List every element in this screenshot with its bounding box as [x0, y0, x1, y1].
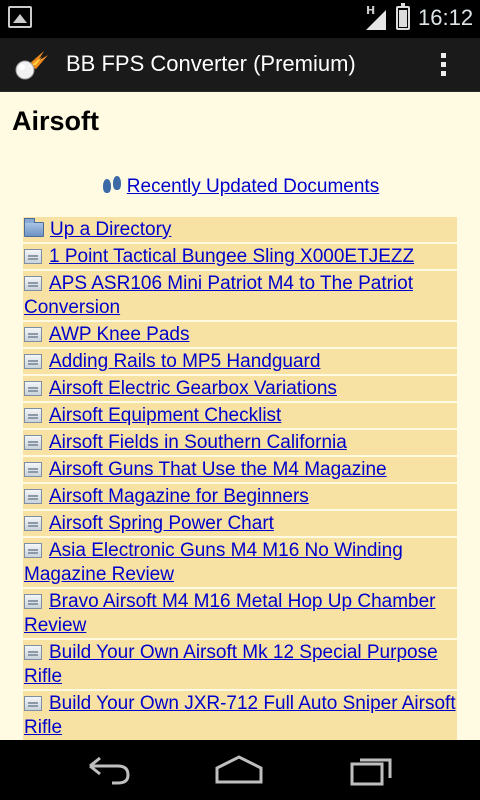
document-link[interactable]: Build Your Own Airsoft Mk 12 Special Pur… — [24, 642, 438, 687]
battery-icon — [396, 3, 410, 30]
list-item[interactable]: Airsoft Equipment Checklist — [23, 403, 457, 428]
document-icon — [24, 408, 42, 423]
document-icon — [24, 354, 42, 369]
document-link[interactable]: AWP Knee Pads — [49, 324, 189, 345]
action-bar: BB FPS Converter (Premium) — [0, 38, 480, 92]
folder-icon — [24, 218, 44, 237]
status-clock: 16:12 — [418, 5, 474, 30]
document-list: Up a Directory 1 Point Tactical Bungee S… — [23, 217, 457, 740]
document-link[interactable]: Airsoft Equipment Checklist — [49, 405, 281, 426]
document-link[interactable]: Build Your Own JXR-712 Full Auto Sniper … — [24, 693, 456, 738]
document-link[interactable]: Airsoft Spring Power Chart — [49, 513, 274, 534]
gallery-notification-icon — [8, 6, 32, 28]
list-item-up-directory[interactable]: Up a Directory — [23, 217, 457, 242]
document-icon — [24, 249, 42, 264]
document-link[interactable]: Adding Rails to MP5 Handguard — [49, 351, 320, 372]
document-link[interactable]: Airsoft Fields in Southern California — [49, 432, 347, 453]
list-item[interactable]: Airsoft Guns That Use the M4 Magazine — [23, 457, 457, 482]
overflow-menu-icon[interactable] — [436, 50, 450, 80]
page-title: Airsoft — [12, 106, 99, 136]
list-item[interactable]: Bravo Airsoft M4 M16 Metal Hop Up Chambe… — [23, 589, 457, 638]
recent-documents-link[interactable]: Recently Updated Documents — [127, 176, 379, 197]
back-icon[interactable] — [82, 754, 132, 786]
list-item[interactable]: Airsoft Spring Power Chart — [23, 511, 457, 536]
up-directory-link[interactable]: Up a Directory — [50, 219, 171, 240]
home-icon[interactable] — [214, 754, 264, 786]
document-icon — [24, 645, 42, 660]
list-item[interactable]: 1 Point Tactical Bungee Sling X000ETJEZZ — [23, 244, 457, 269]
recent-documents-section: Recently Updated Documents — [12, 175, 468, 198]
document-link[interactable]: 1 Point Tactical Bungee Sling X000ETJEZZ — [49, 246, 414, 267]
list-item[interactable]: Airsoft Magazine for Beginners — [23, 484, 457, 509]
list-item[interactable]: AWP Knee Pads — [23, 322, 457, 347]
document-icon — [24, 489, 42, 504]
document-icon — [24, 276, 42, 291]
list-item[interactable]: Airsoft Fields in Southern California — [23, 430, 457, 455]
document-icon — [24, 516, 42, 531]
document-icon — [24, 594, 42, 609]
document-icon — [24, 543, 42, 558]
footprints-icon — [101, 175, 123, 195]
status-bar: H 16:12 — [0, 0, 480, 38]
navigation-bar — [0, 740, 480, 800]
list-item[interactable]: Build Your Own Airsoft Mk 12 Special Pur… — [23, 640, 457, 689]
app-title: BB FPS Converter (Premium) — [66, 51, 356, 76]
document-link[interactable]: Airsoft Guns That Use the M4 Magazine — [49, 459, 387, 480]
document-icon — [24, 462, 42, 477]
document-icon — [24, 327, 42, 342]
app-logo-icon[interactable] — [14, 49, 48, 81]
network-type-label: H — [366, 4, 376, 17]
list-item[interactable]: APS ASR106 Mini Patriot M4 to The Patrio… — [23, 271, 457, 320]
document-icon — [24, 381, 42, 396]
list-item[interactable]: Airsoft Electric Gearbox Variations — [23, 376, 457, 401]
document-link[interactable]: Airsoft Electric Gearbox Variations — [49, 378, 337, 399]
list-item[interactable]: Build Your Own JXR-712 Full Auto Sniper … — [23, 691, 457, 740]
recent-apps-icon[interactable] — [348, 754, 398, 786]
document-link[interactable]: APS ASR106 Mini Patriot M4 to The Patrio… — [24, 273, 413, 318]
list-item[interactable]: Asia Electronic Guns M4 M16 No Winding M… — [23, 538, 457, 587]
document-icon — [24, 435, 42, 450]
list-item[interactable]: Adding Rails to MP5 Handguard — [23, 349, 457, 374]
document-link[interactable]: Asia Electronic Guns M4 M16 No Winding M… — [24, 540, 403, 585]
document-icon — [24, 696, 42, 711]
document-browser: Airsoft Recently Updated Documents Up a … — [0, 92, 480, 740]
document-link[interactable]: Airsoft Magazine for Beginners — [49, 486, 309, 507]
document-link[interactable]: Bravo Airsoft M4 M16 Metal Hop Up Chambe… — [24, 591, 436, 636]
